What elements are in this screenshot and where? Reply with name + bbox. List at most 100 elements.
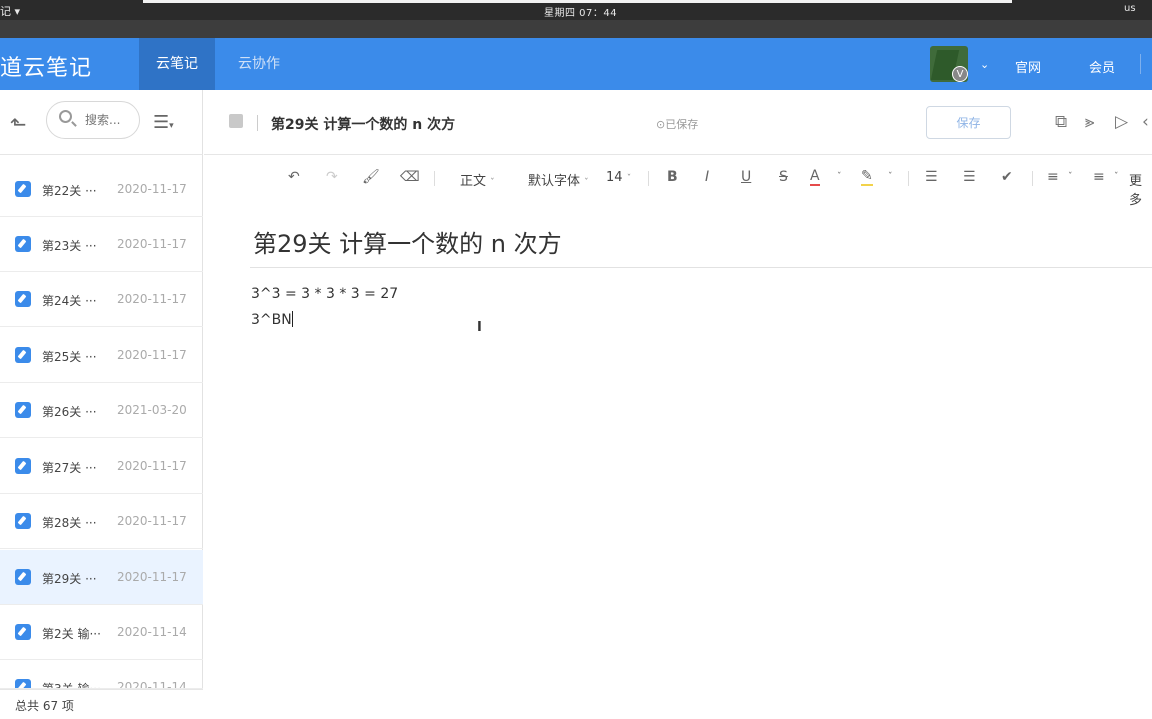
list-item[interactable]: 第27关 ··· 2020-11-17 [0,439,203,494]
font-size-select[interactable]: 14 ˇ [606,170,631,185]
vip-badge: V [952,66,968,82]
note-date: 2020-11-17 [117,182,187,196]
notes-sidebar: ⬑ ☰▾ 第22关 ··· 2020-11-17 第23关 ··· 2020-1… [0,90,203,719]
list-item[interactable]: 第22关 ··· 2020-11-17 [0,162,203,217]
official-site-link[interactable]: 官网 [1015,57,1041,76]
system-app-menu[interactable]: 记 ▾ [0,3,20,19]
note-icon [15,624,31,640]
list-item[interactable]: 第24关 ··· 2020-11-17 [0,272,203,327]
note-title: 第25关 ··· [42,350,97,364]
note-title: 第23关 ··· [42,239,97,253]
note-date: 2020-11-17 [117,514,187,528]
note-date: 2020-11-17 [117,570,187,584]
bullet-list-icon[interactable]: ☰ [925,169,938,185]
list-item[interactable]: 第26关 ··· 2021-03-20 [0,383,203,438]
document-title[interactable]: 第29关 计算一个数的 n 次方 [253,224,562,259]
paragraph-style-select[interactable]: 正文 ˇ [460,170,495,189]
undo-icon[interactable]: ↶ [288,169,300,185]
redo-icon[interactable]: ↷ [326,169,338,185]
play-icon[interactable]: ▷ [1115,112,1128,132]
highlight-icon[interactable]: ✎ [861,169,873,186]
sidebar-toolbar: ⬑ ☰▾ [0,90,203,155]
system-top-bar: 记 ▾ 星期四 07：44 us [0,0,1152,38]
document-line-text: 3^BN [251,312,292,328]
search-box[interactable] [46,101,140,139]
note-count: 总共 67 项 [15,699,74,713]
italic-icon[interactable]: I [705,169,709,185]
note-title: 第28关 ··· [42,516,97,530]
eraser-icon[interactable]: ⌫ [400,169,420,185]
note-title: 第2关 输··· [42,627,101,641]
back-up-icon[interactable]: ⬑ [10,112,27,136]
chevron-down-icon[interactable]: ˇ [1114,172,1119,182]
font-family-value: 默认字体 [528,174,581,189]
chevron-down-icon[interactable]: ⌄ [980,58,989,71]
list-item[interactable]: 第23关 ··· 2020-11-17 [0,217,203,272]
chevron-down-icon: ˇ [584,178,589,188]
note-date: 2020-11-17 [117,459,187,473]
format-painter-icon[interactable]: 🖌 [362,169,380,185]
chevron-down-icon[interactable]: ˇ [888,172,893,182]
sync-icon[interactable]: ⧉ [1055,112,1067,132]
underline-icon[interactable]: U [741,169,751,185]
font-color-icon[interactable]: A [810,169,820,186]
list-item[interactable]: 第3关 输··· 2020-11-14 [0,660,203,689]
note-date: 2020-11-17 [117,292,187,306]
system-tray-indicator[interactable]: us [1124,3,1136,14]
toolbar-divider [434,171,435,186]
share-icon[interactable]: ⪢ [1085,112,1095,132]
note-date: 2020-11-17 [117,348,187,362]
check-circle-icon: ⊙ [656,118,666,131]
bold-icon[interactable]: B [667,169,678,185]
note-date: 2020-11-14 [117,625,187,639]
strikethrough-icon[interactable]: S [779,169,788,185]
indent-icon[interactable]: ≡ [1093,169,1105,185]
list-item[interactable]: 第28关 ··· 2020-11-17 [0,494,203,549]
note-date: 2021-03-20 [117,403,187,417]
checklist-icon[interactable]: ✔ [1001,169,1013,185]
note-date: 2020-11-17 [117,237,187,251]
list-item[interactable]: 第25关 ··· 2020-11-17 [0,328,203,383]
font-family-select[interactable]: 默认字体 ˇ [528,170,589,189]
chevron-left-icon[interactable]: ‹ [1142,112,1149,132]
note-icon [15,347,31,363]
title-rule [250,267,1152,268]
title-divider [257,115,258,131]
note-title: 第3关 输··· [42,682,101,689]
note-icon [15,236,31,252]
note-icon [15,291,31,307]
document-line[interactable]: 3^3 = 3 * 3 * 3 = 27 [251,286,398,302]
app-header: 道云笔记 云笔记 云协作 V ⌄ 官网 会员 [0,38,1152,90]
search-icon [59,110,72,123]
note-icon [15,458,31,474]
editor-title-bar: 第29关 计算一个数的 n 次方 ⊙已保存 保存 ⧉ ⪢ ▷ ‹ [204,90,1152,155]
search-input[interactable] [83,111,139,129]
numbered-list-icon[interactable]: ☰ [963,169,976,185]
chevron-down-icon[interactable]: ˇ [837,172,842,182]
note-title: 第22关 ··· [42,184,97,198]
member-link[interactable]: 会员 [1089,57,1115,76]
note-date: 2020-11-14 [117,680,187,689]
list-item-selected[interactable]: 第29关 ··· 2020-11-17 [0,550,203,605]
more-button[interactable]: 更多 [1129,170,1152,208]
font-size-value: 14 [606,170,623,185]
tab-collaboration[interactable]: 云协作 [221,38,297,90]
toolbar-divider [908,171,909,186]
toolbar-divider [1032,171,1033,186]
window-edge [143,0,1012,3]
tab-cloud-notes[interactable]: 云笔记 [139,38,215,90]
sort-menu-icon[interactable]: ☰▾ [153,112,174,133]
list-item[interactable]: 第2关 输··· 2020-11-14 [0,605,203,660]
avatar[interactable]: V [930,46,968,82]
header-divider [1140,54,1141,74]
chevron-down-icon[interactable]: ˇ [1068,172,1073,182]
format-toolbar: ↶ ↷ 🖌 ⌫ 正文 ˇ 默认字体 ˇ 14 ˇ B I U S A ˇ ✎ ˇ… [204,155,1152,209]
chevron-down-icon: ˇ [626,174,632,184]
system-clock: 星期四 07：44 [544,8,618,19]
save-button[interactable]: 保存 [926,106,1011,139]
align-icon[interactable]: ≡ [1047,169,1059,185]
chevron-down-icon: ˇ [490,178,495,188]
document-line-active[interactable]: 3^BN [251,311,293,328]
note-title: 第24关 ··· [42,294,97,308]
note-title-heading[interactable]: 第29关 计算一个数的 n 次方 [271,114,455,134]
